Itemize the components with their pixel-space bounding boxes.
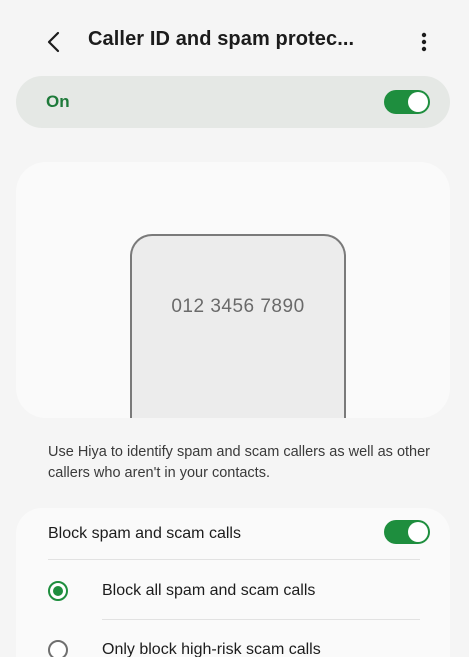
block-spam-row[interactable]: Block spam and scam calls xyxy=(16,508,450,558)
more-vertical-icon xyxy=(421,32,427,52)
feature-description: Use Hiya to identify spam and scam calle… xyxy=(48,444,430,481)
toggle-knob xyxy=(408,92,428,112)
top-app-bar: Caller ID and spam protec... xyxy=(0,0,469,82)
block-spam-toggle[interactable] xyxy=(384,520,430,544)
master-switch-bar[interactable]: On xyxy=(16,76,450,128)
back-button[interactable] xyxy=(36,24,72,60)
option-high-risk-row[interactable]: Only block high-risk scam calls xyxy=(16,624,450,657)
caller-id-settings-screen: Caller ID and spam protec... On 012 3456… xyxy=(0,0,469,657)
toggle-knob xyxy=(408,522,428,542)
option-high-risk-label: Only block high-risk scam calls xyxy=(102,641,321,657)
caller-id-illustration: 012 3456 7890 xyxy=(16,162,450,418)
chevron-left-icon xyxy=(47,31,60,53)
more-options-button[interactable] xyxy=(408,24,440,60)
block-spam-label: Block spam and scam calls xyxy=(48,525,241,542)
page-title: Caller ID and spam protec... xyxy=(88,28,355,50)
sample-phone-number: 012 3456 7890 xyxy=(171,296,305,317)
block-settings-card: Block spam and scam calls Block all spam… xyxy=(16,508,450,657)
option-block-all-row[interactable]: Block all spam and scam calls xyxy=(16,565,450,617)
divider xyxy=(48,559,420,560)
master-switch-label: On xyxy=(46,92,70,111)
phone-illustration: 012 3456 7890 xyxy=(130,234,346,418)
radio-selected[interactable] xyxy=(48,581,68,601)
master-switch-toggle[interactable] xyxy=(384,90,430,114)
divider xyxy=(102,619,420,620)
radio-unselected[interactable] xyxy=(48,640,68,657)
option-block-all-label: Block all spam and scam calls xyxy=(102,582,316,599)
